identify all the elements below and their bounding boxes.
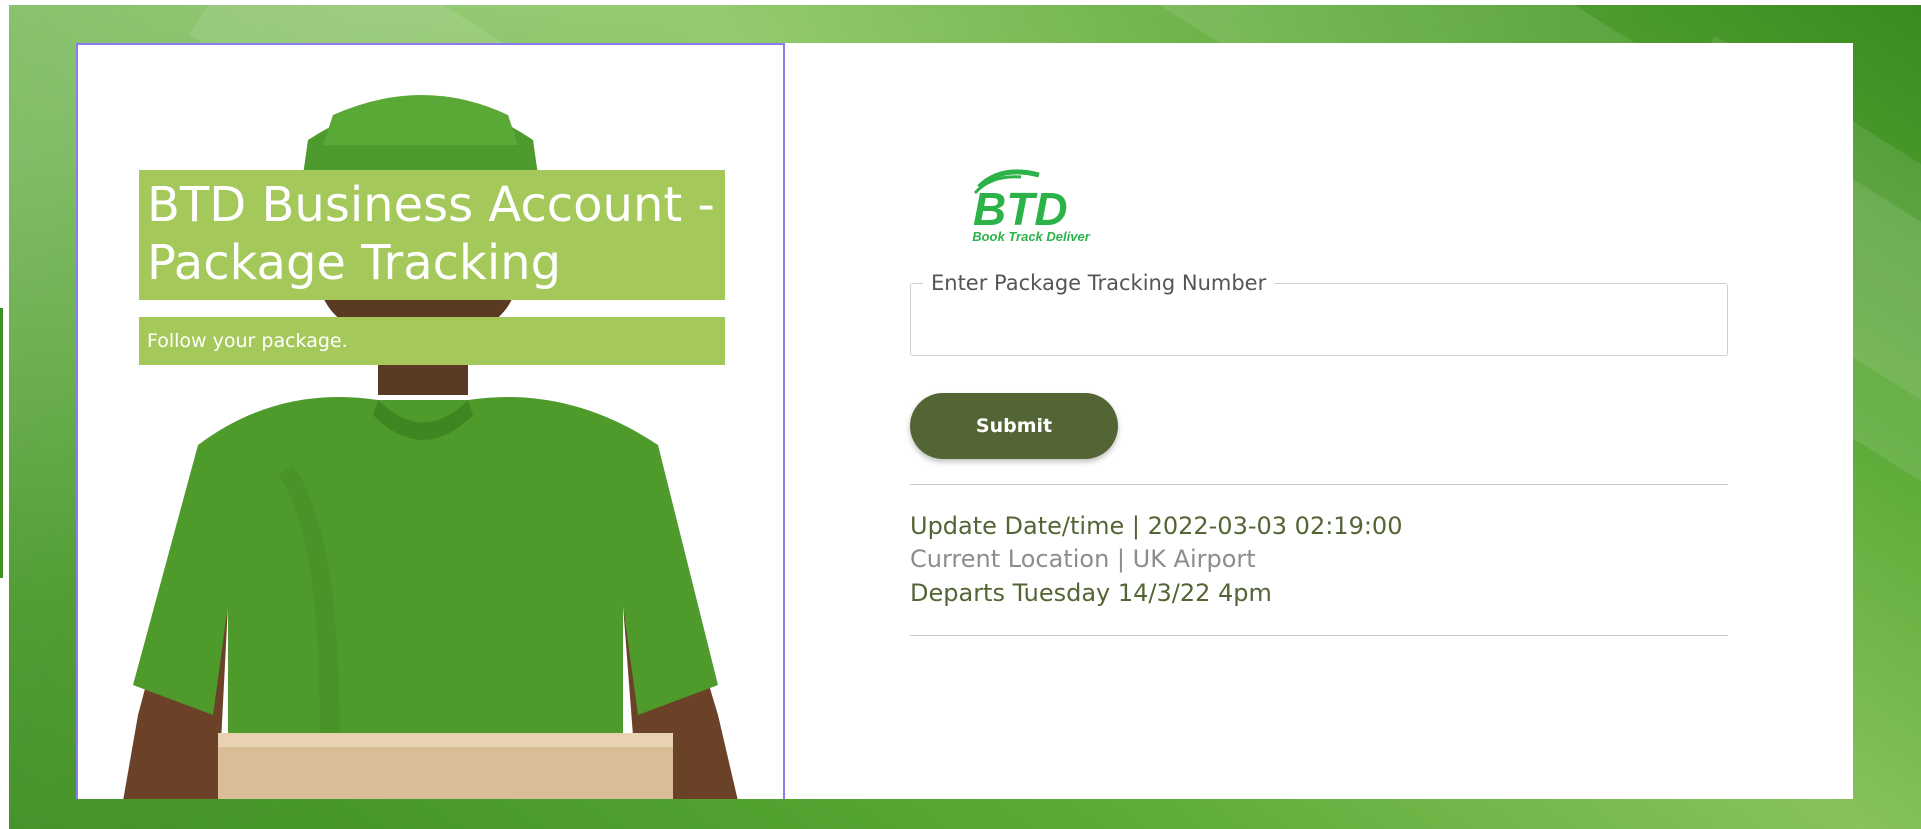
logo-mark-text: BTD [973,183,1068,231]
btd-logo: BTD Book Track Deliver [961,167,1101,247]
left-edge-bar [0,308,3,578]
delivery-person-image [123,95,738,799]
hero-panel: BTD Business Account - Package Tracking … [76,43,785,799]
hero-title-box: BTD Business Account - Package Tracking [139,170,725,300]
submit-button[interactable]: Submit [910,393,1118,459]
btd-logo-icon: BTD [973,169,1068,235]
tracking-card: BTD Business Account - Package Tracking … [76,43,1853,799]
page-title: BTD Business Account - Package Tracking [147,177,715,291]
hero-subtitle-box: Follow your package. [139,317,725,365]
current-location-text: Current Location | UK Airport [910,545,1256,573]
update-datetime-text: Update Date/time | 2022-03-03 02:19:00 [910,512,1403,540]
logo-caption: Book Track Deliver [972,229,1090,244]
divider [910,484,1728,485]
tracking-form-panel: BTD Book Track Deliver Enter Package Tra… [785,43,1853,799]
page-subtitle: Follow your package. [147,330,348,352]
tracking-number-input[interactable] [911,284,1727,355]
departure-text: Departs Tuesday 14/3/22 4pm [910,579,1272,607]
tracking-number-field[interactable]: Enter Package Tracking Number [910,271,1728,356]
divider [910,635,1728,636]
